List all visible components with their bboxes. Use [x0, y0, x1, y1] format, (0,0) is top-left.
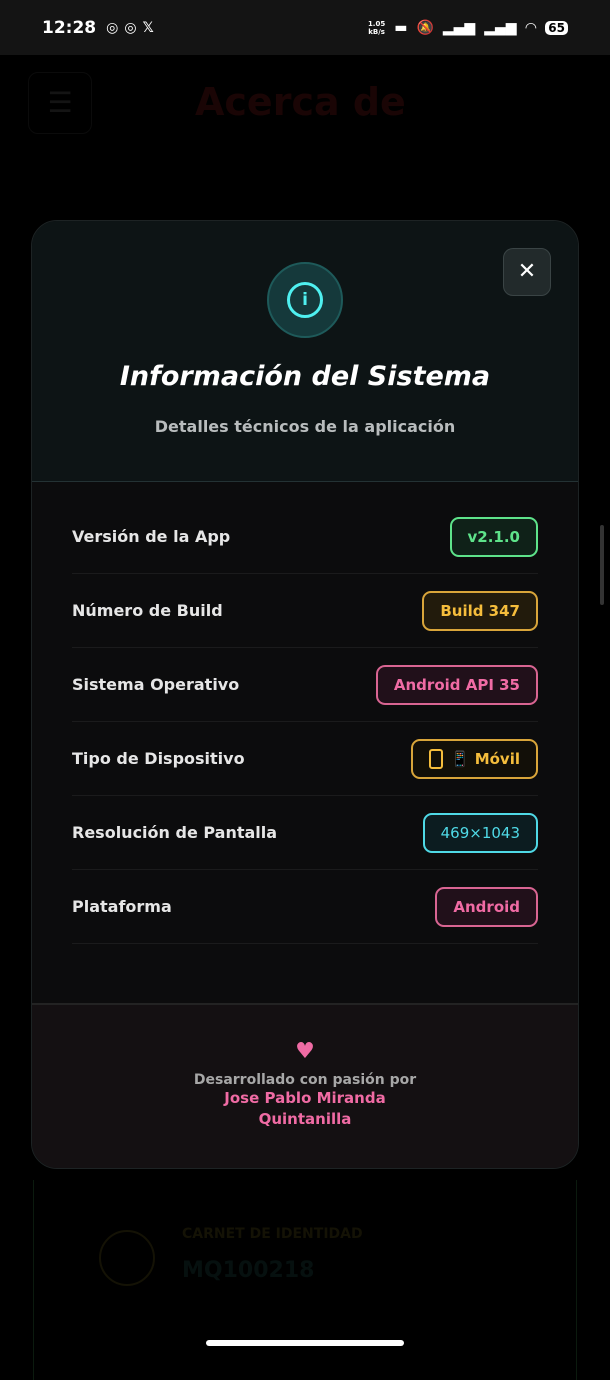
clock: 12:28: [42, 17, 97, 38]
carnet-card: CARNET DE IDENTIDAD MQ100218: [33, 1180, 577, 1380]
row-label: Número de Build: [72, 601, 223, 620]
info-list: Versión de la App v2.1.0 Número de Build B…: [32, 482, 578, 1004]
tablet-icon: [428, 748, 443, 769]
signal-icon: ▂▄▆: [442, 19, 476, 36]
wifi-icon: ◠: [525, 19, 537, 36]
net-speed: 1.05 kB/s: [368, 20, 385, 36]
battery-icon: 65: [545, 20, 568, 35]
system-info-modal: i ✕ Información del Sistema Detalles téc…: [31, 220, 579, 1169]
developed-by-text: Desarrollado con pasión por: [193, 1072, 417, 1088]
page-title: Acerca de: [195, 80, 406, 124]
modal-header: i ✕ Información del Sistema Detalles téc…: [32, 221, 578, 482]
resolution-badge: 469×1043: [422, 812, 538, 853]
menu-button: ☰: [28, 72, 92, 134]
device-type-value: 📱 Móvil: [450, 749, 520, 768]
info-row-build: Número de Build Build 347: [72, 574, 538, 648]
info-row-resolution: Resolución de Pantalla 469×1043: [72, 796, 538, 870]
status-bar: 12:28 ◎◎𝕏 1.05 kB/s ▬ 🔕 ▂▄▆ ▂▄▆ ◠ 65: [0, 0, 610, 55]
os-badge: Android API 35: [375, 664, 538, 705]
id-card-icon: [99, 1230, 155, 1286]
info-badge: i: [267, 262, 343, 338]
info-icon: i: [287, 282, 323, 318]
version-badge: v2.1.0: [449, 516, 538, 557]
mute-icon: 🔕: [416, 19, 434, 36]
row-label: Resolución de Pantalla: [72, 823, 278, 842]
signal-icon: ▂▄▆: [484, 19, 517, 36]
notification-icons: ◎◎𝕏: [106, 19, 160, 36]
info-row-app-version: Versión de la App v2.1.0: [72, 500, 538, 574]
developer-name-line2: Quintanilla: [258, 1110, 352, 1128]
developer-name-line1: Jose Pablo Miranda: [224, 1089, 386, 1107]
info-row-os: Sistema Operativo Android API 35: [72, 648, 538, 722]
carnet-value: MQ100218: [182, 1258, 315, 1283]
scrollbar[interactable]: [600, 525, 604, 605]
info-row-device-type: Tipo de Dispositivo 📱 Móvil: [72, 722, 538, 796]
row-label: Sistema Operativo: [72, 675, 240, 694]
net-speed-value: 1.05: [367, 19, 386, 28]
carnet-label: CARNET DE IDENTIDAD: [182, 1226, 363, 1242]
modal-subtitle: Detalles técnicos de la aplicación: [154, 417, 456, 436]
modal-title: Información del Sistema: [119, 361, 491, 392]
row-label: Plataforma: [72, 897, 172, 916]
home-indicator[interactable]: [206, 1340, 404, 1346]
heart-icon: ♥: [295, 1039, 315, 1064]
build-badge: Build 347: [422, 590, 538, 631]
row-label: Tipo de Dispositivo: [72, 749, 245, 768]
device-type-badge: 📱 Móvil: [410, 738, 538, 779]
close-button[interactable]: ✕: [503, 248, 551, 296]
platform-badge: Android: [435, 886, 538, 927]
bed-icon: ▬: [394, 19, 408, 36]
info-row-platform: Plataforma Android: [72, 870, 538, 944]
modal-footer: ♥ Desarrollado con pasión por Jose Pablo…: [32, 1003, 578, 1168]
net-speed-unit: kB/s: [368, 27, 385, 36]
row-label: Versión de la App: [72, 527, 231, 546]
